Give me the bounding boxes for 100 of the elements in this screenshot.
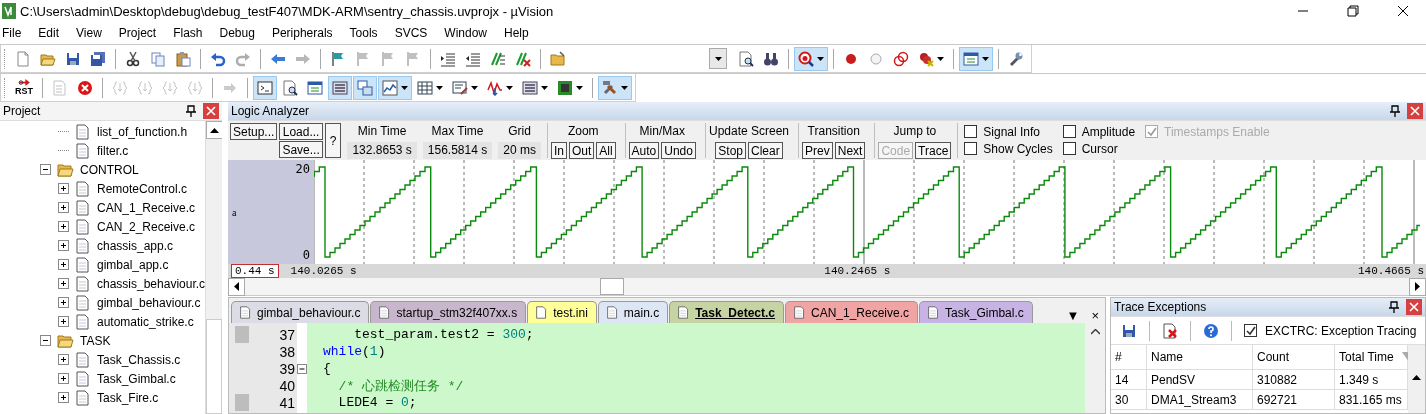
- menu-item[interactable]: Help: [502, 26, 537, 40]
- checkbox[interactable]: [964, 125, 978, 138]
- reset-button[interactable]: RST: [11, 75, 37, 100]
- editor-tab[interactable]: test.ini: [527, 301, 597, 323]
- menu-item[interactable]: SVCS: [392, 26, 436, 40]
- column-header[interactable]: Name: [1147, 345, 1253, 370]
- scrollbar-thumb[interactable]: [206, 319, 222, 414]
- line-number: 41: [278, 394, 296, 411]
- tree-item[interactable]: automatic_strike.c: [97, 314, 194, 329]
- checkbox[interactable]: [1062, 125, 1076, 138]
- la-button[interactable]: ?: [324, 123, 342, 158]
- toolbar-button[interactable]: [794, 46, 828, 71]
- tree-item[interactable]: TASK: [80, 333, 111, 348]
- caret-icon: [506, 85, 513, 90]
- checkbox[interactable]: [1244, 324, 1257, 337]
- menu-item[interactable]: Flash: [171, 26, 211, 40]
- expand-icon[interactable]: [58, 183, 69, 194]
- tree-item[interactable]: chassis_behaviour.c: [97, 276, 205, 291]
- signal-name[interactable]: a: [232, 206, 310, 218]
- editor-tab[interactable]: main.c: [597, 301, 669, 323]
- file-icon: [75, 256, 91, 273]
- menu-item[interactable]: Debug: [217, 26, 263, 40]
- menu-item[interactable]: View: [74, 26, 110, 40]
- pin-icon[interactable]: [1388, 301, 1400, 313]
- tree-item[interactable]: Task_Fire.c: [97, 390, 159, 405]
- menu-item[interactable]: Edit: [36, 26, 68, 40]
- pin-icon[interactable]: [185, 105, 197, 117]
- tree-item[interactable]: list_of_function.h: [97, 124, 188, 139]
- la-button[interactable]: Save...: [279, 141, 323, 158]
- menu-item[interactable]: Peripherals: [269, 26, 341, 40]
- tree-item[interactable]: CONTROL: [80, 162, 139, 177]
- tab-list-button[interactable]: ▼: [1060, 308, 1086, 323]
- close-icon[interactable]: [1397, 5, 1409, 17]
- tree-item[interactable]: RemoteControl.c: [97, 181, 188, 196]
- la-button[interactable]: Load...: [279, 123, 323, 140]
- caret-icon: [937, 56, 944, 61]
- panel-title: Project: [3, 104, 42, 118]
- la-button[interactable]: In: [550, 142, 567, 159]
- expand-icon[interactable]: [58, 202, 69, 213]
- folder-icon: [57, 161, 74, 178]
- toolbar-button[interactable]: [378, 75, 412, 100]
- pin-icon[interactable]: [1389, 105, 1401, 117]
- la-button[interactable]: Trace: [915, 142, 952, 159]
- expand-icon[interactable]: [58, 354, 69, 365]
- scroll-up-button[interactable]: [206, 121, 222, 139]
- menu-item[interactable]: Tools: [347, 26, 386, 40]
- tree-item[interactable]: filter.c: [97, 143, 129, 158]
- tree-item[interactable]: chassis_app.c: [97, 238, 174, 253]
- tree-item[interactable]: Task_Chassis.c: [97, 352, 181, 367]
- la-button[interactable]: All: [596, 142, 616, 159]
- la-button[interactable]: Next: [834, 142, 866, 159]
- collapse-icon[interactable]: [40, 164, 51, 175]
- editor-tab[interactable]: Task_Detect.c: [669, 301, 784, 323]
- expand-icon[interactable]: [58, 221, 69, 232]
- la-button[interactable]: Clear: [748, 142, 783, 159]
- table-cell: 30: [1111, 390, 1147, 410]
- scrollbar-thumb[interactable]: [600, 278, 624, 295]
- tree-item[interactable]: gimbal_behaviour.c: [97, 295, 201, 310]
- field-label: Max Time: [431, 123, 484, 140]
- caret-up-icon[interactable]: [1412, 375, 1421, 380]
- tree-item[interactable]: Task_Gimbal.c: [97, 371, 176, 386]
- la-button[interactable]: Out: [568, 142, 595, 159]
- expand-icon[interactable]: [58, 297, 69, 308]
- la-button[interactable]: Prev: [802, 142, 833, 159]
- la-button[interactable]: Stop: [715, 142, 746, 159]
- expand-icon[interactable]: [58, 278, 69, 289]
- editor-tab[interactable]: startup_stm32f407xx.s: [370, 301, 527, 323]
- code-line: test_param.test2 = 300;: [353, 327, 534, 342]
- la-button[interactable]: Undo: [661, 142, 696, 159]
- close-button[interactable]: ×: [1085, 308, 1105, 323]
- collapse-icon[interactable]: [40, 335, 51, 346]
- toolbar-button[interactable]: [598, 75, 632, 100]
- menu-item[interactable]: Project: [116, 26, 165, 40]
- expand-icon[interactable]: [58, 316, 69, 327]
- tree-item[interactable]: gimbal_app.c: [97, 257, 169, 272]
- menu-item[interactable]: File: [0, 26, 30, 40]
- la-button[interactable]: Setup...: [230, 123, 278, 140]
- toolbar-button[interactable]: [959, 46, 993, 71]
- expand-icon[interactable]: [58, 373, 69, 384]
- caret-up-icon[interactable]: [1090, 329, 1100, 335]
- expand-icon[interactable]: [58, 259, 69, 270]
- column-header[interactable]: #: [1111, 345, 1147, 370]
- editor-tab[interactable]: CAN_1_Receive.c: [785, 301, 919, 323]
- editor-tab[interactable]: Task_Gimbal.c: [919, 301, 1033, 323]
- expand-icon[interactable]: [58, 392, 69, 403]
- new-file-icon: [15, 50, 31, 67]
- folder-icon: [57, 332, 74, 349]
- expand-icon[interactable]: [58, 240, 69, 251]
- la-button[interactable]: Auto: [628, 142, 660, 159]
- document-lines-icon: [52, 79, 68, 96]
- checkbox[interactable]: [1062, 142, 1076, 155]
- editor-tab[interactable]: gimbal_behaviour.c: [231, 301, 370, 323]
- column-header[interactable]: Count: [1253, 345, 1335, 370]
- file-icon: [75, 142, 91, 159]
- tree-item[interactable]: CAN_2_Receive.c: [97, 219, 196, 234]
- restore-icon[interactable]: [1347, 5, 1359, 17]
- menu-item[interactable]: Window: [442, 26, 495, 40]
- panel-title: Logic Analyzer: [231, 104, 311, 118]
- checkbox[interactable]: [964, 142, 978, 155]
- tree-item[interactable]: CAN_1_Receive.c: [97, 200, 196, 215]
